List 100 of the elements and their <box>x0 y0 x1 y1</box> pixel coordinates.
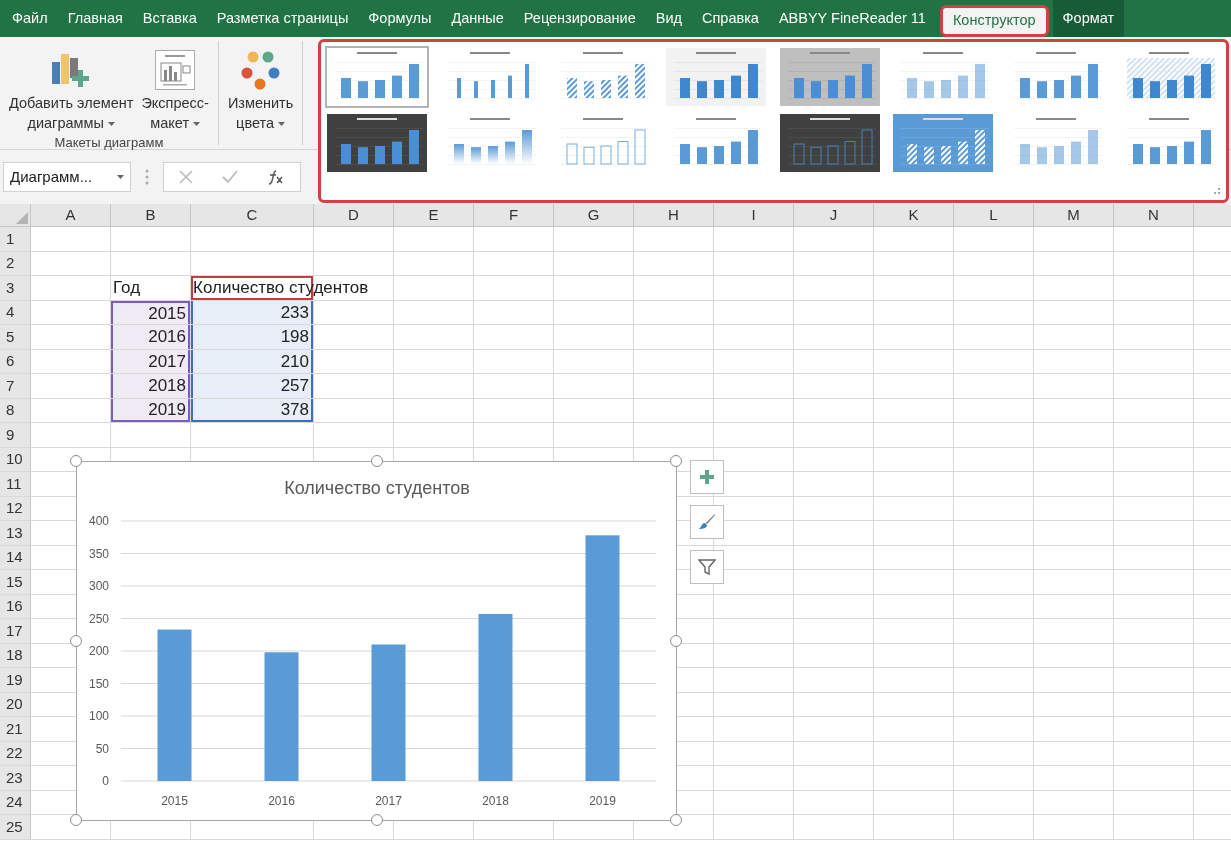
column-header[interactable]: J <box>794 204 874 226</box>
chart-add-icon <box>52 52 91 88</box>
ribbon-tab[interactable]: Вид <box>645 0 692 37</box>
row-header[interactable]: 16 <box>0 594 31 618</box>
column-header[interactable]: H <box>634 204 714 226</box>
caret-icon <box>107 122 115 127</box>
resize-handle[interactable] <box>70 814 82 826</box>
row-header[interactable]: 15 <box>0 570 31 594</box>
ribbon-tab[interactable]: Разметка страницы <box>206 0 359 37</box>
caret-icon <box>117 175 124 179</box>
column-header[interactable]: N <box>1114 204 1194 226</box>
group-label: Макеты диаграмм <box>54 134 164 152</box>
resize-handle[interactable] <box>70 635 82 647</box>
row-header[interactable]: 24 <box>0 790 31 814</box>
row-header[interactable]: 13 <box>0 521 31 545</box>
column-header[interactable]: C <box>191 204 314 226</box>
row-header[interactable]: 7 <box>0 374 31 398</box>
name-box[interactable]: Диаграмм... <box>3 162 131 192</box>
axis-label: 250 <box>88 611 109 626</box>
column-header[interactable]: D <box>314 204 394 226</box>
column-header[interactable]: G <box>554 204 634 226</box>
axis-label: 400 <box>88 514 109 528</box>
checkmark-icon[interactable] <box>222 170 238 184</box>
ribbon-tab[interactable]: Формат <box>1052 0 1125 37</box>
sheet-cell[interactable]: 198 <box>191 325 313 349</box>
row-header[interactable]: 8 <box>0 398 31 422</box>
sheet-cell[interactable]: 2019 <box>111 398 190 422</box>
chart-area[interactable]: Количество студентов 0 50 100 150 200 250 300 350 400 2015 2016 2017 2018 2019 <box>76 461 677 821</box>
row-header[interactable]: 19 <box>0 668 31 692</box>
caret-icon <box>193 122 201 127</box>
chart-elements-button[interactable] <box>690 460 724 494</box>
chart-filter-button[interactable] <box>690 550 724 584</box>
row-header[interactable]: 18 <box>0 643 31 667</box>
sheet-cell[interactable]: 210 <box>191 349 313 373</box>
ribbon-tab[interactable]: Вставка <box>132 0 207 37</box>
axis-label: 0 <box>102 774 109 788</box>
row-header[interactable]: 2 <box>0 251 31 275</box>
column-header[interactable]: L <box>954 204 1034 226</box>
row-header[interactable]: 14 <box>0 545 31 569</box>
resize-handle[interactable] <box>371 455 383 467</box>
ribbon-tab[interactable]: Формулы <box>358 0 442 37</box>
row-header[interactable]: 22 <box>0 741 31 765</box>
row-header[interactable]: 12 <box>0 496 31 520</box>
ribbon-button[interactable]: Изменить цвета <box>224 47 297 145</box>
axis-label: 2019 <box>589 794 616 808</box>
column-header[interactable]: B <box>111 204 191 226</box>
close-icon[interactable] <box>178 170 193 184</box>
ribbon-tab[interactable]: Данные <box>441 0 514 37</box>
axis-label: 350 <box>88 546 109 561</box>
sheet-cell[interactable]: 257 <box>191 374 313 398</box>
row-header[interactable]: 17 <box>0 619 31 643</box>
row-header[interactable]: 25 <box>0 815 31 839</box>
row-header[interactable]: 20 <box>0 692 31 716</box>
sheet-cell[interactable]: 2017 <box>111 349 190 373</box>
chart-styles-button[interactable] <box>690 505 724 539</box>
column-header[interactable]: F <box>474 204 554 226</box>
column-header[interactable]: K <box>874 204 954 226</box>
column-header[interactable]: E <box>394 204 474 226</box>
resize-grip-icon[interactable] <box>1214 188 1220 194</box>
row-header[interactable]: 21 <box>0 717 31 741</box>
sheet-cell[interactable]: 2016 <box>111 325 190 349</box>
ribbon-tab[interactable]: Конструктор <box>939 5 1049 37</box>
column-header[interactable]: A <box>31 204 111 226</box>
row-header[interactable]: 11 <box>0 472 31 496</box>
resize-handle[interactable] <box>670 455 682 467</box>
sheet-cell[interactable]: 233 <box>191 300 313 324</box>
drag-handle-icon[interactable] <box>145 169 149 185</box>
row-header[interactable]: 1 <box>0 227 31 251</box>
axis-label: 300 <box>88 579 109 593</box>
axis-label: 2016 <box>268 794 295 808</box>
column-header[interactable]: M <box>1034 204 1114 226</box>
plus-icon <box>700 470 714 484</box>
row-header[interactable]: 5 <box>0 325 31 349</box>
sheet-cell[interactable]: 378 <box>191 398 313 422</box>
row-header[interactable]: 23 <box>0 766 31 790</box>
sheet-cell[interactable]: 2015 <box>111 300 190 324</box>
axis-label: 150 <box>88 676 109 691</box>
row-header[interactable]: 6 <box>0 349 31 373</box>
row-header[interactable]: 9 <box>0 423 31 447</box>
color-dots-icon <box>240 50 281 90</box>
column-header[interactable]: I <box>714 204 794 226</box>
select-all-icon[interactable] <box>16 212 28 224</box>
sheet-cell[interactable]: Год <box>111 276 190 300</box>
caret-icon <box>278 122 286 127</box>
ribbon-button[interactable]: Добавить элемент диаграммы <box>6 47 137 133</box>
row-header[interactable]: 4 <box>0 300 31 324</box>
axis-label: 200 <box>88 644 109 658</box>
ribbon-tab[interactable]: Справка <box>692 0 769 37</box>
sheet-cell[interactable]: 2018 <box>111 374 190 398</box>
ribbon-tab[interactable]: Рецензирование <box>513 0 646 37</box>
ribbon-tab[interactable]: Файл <box>2 0 58 37</box>
axis-label: 2017 <box>375 794 402 808</box>
axis-label: 2015 <box>161 794 188 808</box>
resize-handle[interactable] <box>70 455 82 467</box>
filter-icon <box>698 558 716 576</box>
ribbon-tab[interactable]: Главная <box>57 0 133 37</box>
row-header[interactable]: 3 <box>0 276 31 300</box>
ribbon-button[interactable]: Экспресс- макет <box>138 47 212 133</box>
row-header[interactable]: 10 <box>0 447 31 471</box>
ribbon-tab[interactable]: ABBYY FineReader 11 <box>768 0 936 37</box>
